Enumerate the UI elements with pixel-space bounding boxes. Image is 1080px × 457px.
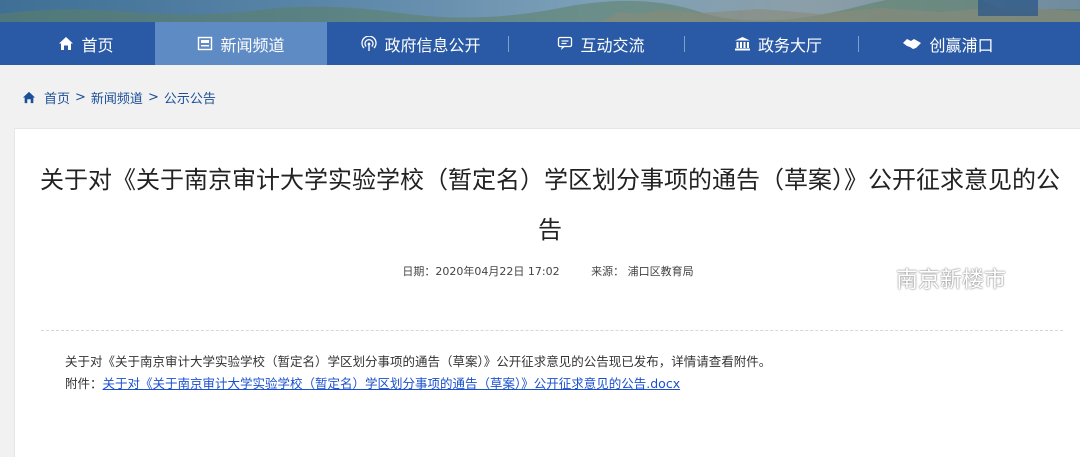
breadcrumb: 首页 > 新闻频道 > 公示公告 bbox=[22, 88, 216, 107]
building-icon bbox=[734, 36, 751, 51]
nav-item-label: 互动交流 bbox=[580, 35, 645, 55]
handshake-icon bbox=[902, 37, 922, 51]
article-body: 关于对《关于南京审计大学实验学校（暂定名）学区划分事项的通告（草案）》公开征求意… bbox=[65, 351, 965, 395]
nav-item-puokou[interactable]: 创赢浦口 bbox=[868, 22, 1028, 65]
attachment-row: 附件：关于对《关于南京审计大学实验学校（暂定名）学区划分事项的通告（草案）》公开… bbox=[65, 373, 965, 395]
nav-item-home[interactable]: 首页 bbox=[36, 22, 136, 65]
header-banner bbox=[0, 0, 1080, 22]
article-date: 日期：2020年04月22日 17:02 bbox=[402, 265, 560, 278]
banner-landscape-image bbox=[0, 0, 1080, 22]
nav-divider bbox=[684, 36, 685, 52]
nav-divider bbox=[508, 36, 509, 52]
content-divider bbox=[41, 330, 1063, 331]
nav-item-label: 首页 bbox=[81, 35, 114, 55]
home-icon[interactable] bbox=[22, 91, 36, 104]
watermark: 南京新楼市 bbox=[850, 262, 1006, 294]
news-icon bbox=[197, 36, 213, 51]
breadcrumb-home-link[interactable]: 首页 bbox=[44, 88, 70, 107]
nav-item-label: 政务大厅 bbox=[757, 35, 822, 55]
article-source: 来源： 浦口区教育局 bbox=[591, 265, 694, 278]
broadcast-icon bbox=[361, 35, 378, 52]
nav-item-gov-info[interactable]: 政府信息公开 bbox=[336, 22, 506, 65]
breadcrumb-separator: > bbox=[75, 90, 86, 105]
chat-icon bbox=[557, 36, 573, 51]
nav-item-label: 新闻频道 bbox=[220, 35, 285, 55]
wechat-icon bbox=[850, 263, 890, 293]
attachment-link[interactable]: 关于对《关于南京审计大学实验学校（暂定名）学区划分事项的通告（草案）》公开征求意… bbox=[103, 376, 681, 391]
home-icon bbox=[58, 36, 74, 51]
watermark-text: 南京新楼市 bbox=[896, 268, 1007, 293]
attachment-label: 附件： bbox=[65, 376, 103, 391]
article-paragraph: 关于对《关于南京审计大学实验学校（暂定名）学区划分事项的通告（草案）》公开征求意… bbox=[65, 354, 772, 369]
breadcrumb-separator: > bbox=[147, 90, 159, 105]
nav-item-interaction[interactable]: 互动交流 bbox=[520, 22, 682, 65]
breadcrumb-notice-link[interactable]: 公示公告 bbox=[164, 88, 216, 107]
breadcrumb-news-link[interactable]: 新闻频道 bbox=[91, 88, 143, 107]
nav-item-label: 政府信息公开 bbox=[384, 35, 481, 55]
nav-item-news[interactable]: 新闻频道 bbox=[155, 22, 327, 65]
nav-item-label: 创赢浦口 bbox=[929, 35, 994, 55]
nav-item-service-hall[interactable]: 政务大厅 bbox=[698, 22, 858, 65]
article-title: 关于对《关于南京审计大学实验学校（暂定名）学区划分事项的通告（草案）》公开征求意… bbox=[40, 166, 1060, 244]
nav-divider bbox=[858, 36, 859, 52]
main-nav: 首页 新闻频道 政府信息公开 互动交流 政务大厅 创赢浦口 bbox=[0, 22, 1080, 65]
